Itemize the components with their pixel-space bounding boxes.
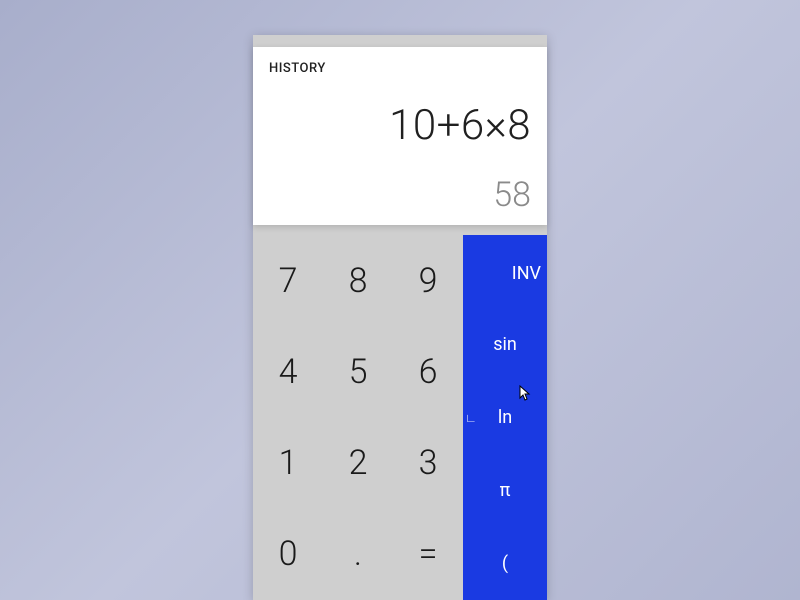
calculator-window: HISTORY 10+6×8 58 7 8 9 4 5 6 1 2 3 0 . … [253, 35, 547, 600]
drawer-handle-icon[interactable]: ∟ [465, 411, 477, 425]
history-label[interactable]: HISTORY [269, 61, 531, 76]
scientific-drawer: ∟ INV sin ln π ( [463, 235, 547, 600]
digit-4-button[interactable]: 4 [253, 326, 323, 417]
digit-0-button[interactable]: 0 [253, 509, 323, 600]
digit-8-button[interactable]: 8 [323, 235, 393, 326]
open-paren-button[interactable]: ( [463, 527, 547, 600]
digit-2-button[interactable]: 2 [323, 418, 393, 509]
pi-button[interactable]: π [463, 454, 547, 527]
digit-5-button[interactable]: 5 [323, 326, 393, 417]
result-display: 58 [269, 175, 531, 215]
digit-9-button[interactable]: 9 [393, 235, 463, 326]
digit-1-button[interactable]: 1 [253, 418, 323, 509]
equals-button[interactable]: = [393, 509, 463, 600]
keypad: 7 8 9 4 5 6 1 2 3 0 . = ∟ INV sin ln π ( [253, 235, 547, 600]
digit-6-button[interactable]: 6 [393, 326, 463, 417]
sin-button[interactable]: sin [463, 308, 547, 381]
decimal-point-button[interactable]: . [323, 509, 393, 600]
digit-3-button[interactable]: 3 [393, 418, 463, 509]
expression-display[interactable]: 10+6×8 [269, 76, 531, 175]
inv-button[interactable]: INV [463, 239, 547, 308]
digit-7-button[interactable]: 7 [253, 235, 323, 326]
numeric-pad: 7 8 9 4 5 6 1 2 3 0 . = [253, 235, 463, 600]
display-card: HISTORY 10+6×8 58 [253, 47, 547, 225]
